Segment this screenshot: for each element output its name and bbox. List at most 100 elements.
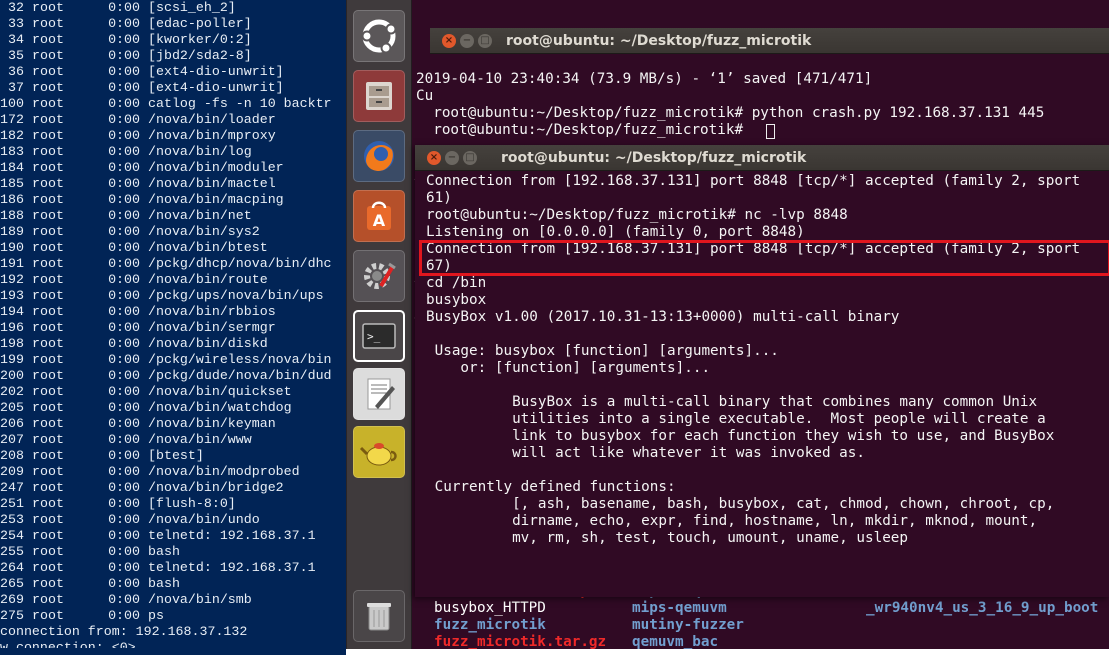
maximize-icon[interactable]: □ (463, 151, 477, 165)
process-cmd: telnetd: 192.168.37.1 (148, 528, 316, 543)
process-pid: 33 (8, 16, 24, 31)
process-cmd: /nova/bin/log (148, 144, 252, 159)
process-row: 199 root 0:00/pckg/wireless/nova/bin (0, 352, 346, 368)
process-row: 193 root 0:00/pckg/ups/nova/bin/ups (0, 288, 346, 304)
close-icon[interactable]: × (442, 34, 456, 48)
process-pid: 202 (0, 384, 24, 399)
process-pid: 254 (0, 528, 24, 543)
process-cmd: /nova/bin/www (148, 432, 252, 447)
process-user: root (32, 96, 64, 111)
teapot-app-icon[interactable] (353, 426, 405, 478)
process-user: root (32, 256, 64, 271)
software-center-icon[interactable]: A (353, 190, 405, 242)
process-cmd: /nova/bin/mproxy (148, 128, 276, 143)
process-pid: 207 (0, 432, 24, 447)
terminal-line: root@ubuntu:~/Desktop/fuzz_microtik# nc … (426, 207, 848, 223)
minimize-icon[interactable]: − (460, 34, 474, 48)
process-cmd: /pckg/dude/nova/bin/dud (148, 368, 332, 383)
process-pid: 35 (8, 48, 24, 63)
process-pid: 265 (0, 576, 24, 591)
process-user: root (32, 560, 64, 575)
process-row: 251 root 0:00 [flush-8:0] (0, 496, 346, 512)
process-row: 186 root 0:00/nova/bin/macping (0, 192, 346, 208)
process-user: root (32, 592, 64, 607)
terminal-line: Currently defined functions: (426, 479, 676, 495)
process-user: root (32, 272, 64, 287)
text-editor-icon[interactable] (353, 368, 405, 420)
files-icon[interactable] (353, 70, 405, 122)
process-user: root (32, 480, 64, 495)
svg-text:A: A (373, 211, 386, 230)
process-cmd: /nova/bin/loader (148, 112, 276, 127)
process-cmd: bash (148, 544, 180, 559)
close-icon[interactable]: × (427, 151, 441, 165)
ls-entry: _wr940nv4_us_3_16_9_up_boot (866, 600, 1099, 616)
process-user: root (32, 128, 64, 143)
terminal-line: busybox (426, 292, 487, 308)
process-cmd: /nova/bin/btest (148, 240, 268, 255)
process-pid: 194 (0, 304, 24, 319)
process-pid: 251 (0, 496, 24, 511)
process-row: 100 root 0:00 catlog -fs -n 10 backtr (0, 96, 346, 112)
terminal-cursor (766, 124, 775, 139)
process-pid: 32 (8, 0, 24, 15)
process-cmd: /nova/bin/route (148, 272, 268, 287)
terminal-line: 2019-04-10 23:40:34 (73.9 MB/s) - ‘1’ sa… (416, 71, 873, 87)
process-user: root (32, 384, 64, 399)
terminal-line: Usage: busybox [function] [arguments]... (426, 343, 779, 359)
process-row: 275 root 0:00 ps (0, 608, 346, 624)
process-user: root (32, 240, 64, 255)
process-row: 192 root 0:00/nova/bin/route (0, 272, 346, 288)
terminal-line: or: [function] [arguments]... (426, 360, 711, 376)
process-time: 0:00 (108, 544, 140, 559)
process-pid: 183 (0, 144, 24, 159)
process-pid: 190 (0, 240, 24, 255)
process-cmd: /pckg/ups/nova/bin/ups (148, 288, 324, 303)
process-pid: 200 (0, 368, 24, 383)
process-user: root (32, 16, 64, 31)
front-terminal-titlebar[interactable]: × − □ root@ubuntu: ~/Desktop/fuzz_microt… (415, 145, 1109, 171)
ls-entry: mips-qemuvm (632, 600, 727, 616)
back-terminal-title: root@ubuntu: ~/Desktop/fuzz_microtik (506, 33, 812, 49)
process-time: 0:00 (108, 208, 140, 223)
process-cmd: /nova/bin/macping (148, 192, 284, 207)
process-time: 0:00 (108, 64, 140, 79)
process-pid: 199 (0, 352, 24, 367)
maximize-icon[interactable]: □ (478, 34, 492, 48)
process-row: 208 root 0:00 [btest] (0, 448, 346, 464)
process-time: 0:00 (108, 496, 140, 511)
process-cmd: /nova/bin/bridge2 (148, 480, 284, 495)
process-cmd: /nova/bin/mactel (148, 176, 276, 191)
svg-text:>_: >_ (367, 330, 381, 343)
process-pid: 253 (0, 512, 24, 527)
process-cmd: bash (148, 576, 180, 591)
process-row: 200 root 0:00/pckg/dude/nova/bin/dud (0, 368, 346, 384)
process-cmd: /nova/bin/watchdog (148, 400, 292, 415)
process-user: root (32, 208, 64, 223)
process-pid: 37 (8, 80, 24, 95)
process-cmd: ps (148, 608, 164, 623)
process-cmd: [ext4-dio-unwrit] (148, 64, 284, 79)
unity-launcher: A >_ (346, 0, 412, 655)
process-row: 205 root 0:00/nova/bin/watchdog (0, 400, 346, 416)
process-time: 0:00 (108, 400, 140, 415)
firefox-icon[interactable] (353, 130, 405, 182)
process-row: 172 root 0:00/nova/bin/loader (0, 112, 346, 128)
terminal-line: root@ubuntu:~/Desktop/fuzz_microtik# pyt… (416, 105, 1045, 121)
process-time: 0:00 (108, 160, 140, 175)
ubuntu-dash-icon[interactable] (353, 10, 405, 62)
process-time: 0:00 (108, 176, 140, 191)
minimize-icon[interactable]: − (445, 151, 459, 165)
trash-icon[interactable] (353, 590, 405, 642)
process-pid: 188 (0, 208, 24, 223)
back-terminal-titlebar[interactable]: × − □ root@ubuntu: ~/Desktop/fuzz_microt… (430, 28, 1109, 54)
settings-icon[interactable] (353, 250, 405, 302)
process-user: root (32, 544, 64, 559)
process-list-console[interactable]: 32 root 0:00 [scsi_eh_2] 33 root 0:00 [edac-pol… (0, 0, 346, 655)
terminal-line: link to busybox for each function they w… (426, 428, 1055, 444)
front-terminal-window[interactable]: × − □ root@ubuntu: ~/Desktop/fuzz_microt… (415, 145, 1109, 597)
process-user: root (32, 448, 64, 463)
terminal-line: cd /bin (426, 275, 487, 291)
process-user: root (32, 432, 64, 447)
terminal-icon[interactable]: >_ (353, 310, 405, 362)
